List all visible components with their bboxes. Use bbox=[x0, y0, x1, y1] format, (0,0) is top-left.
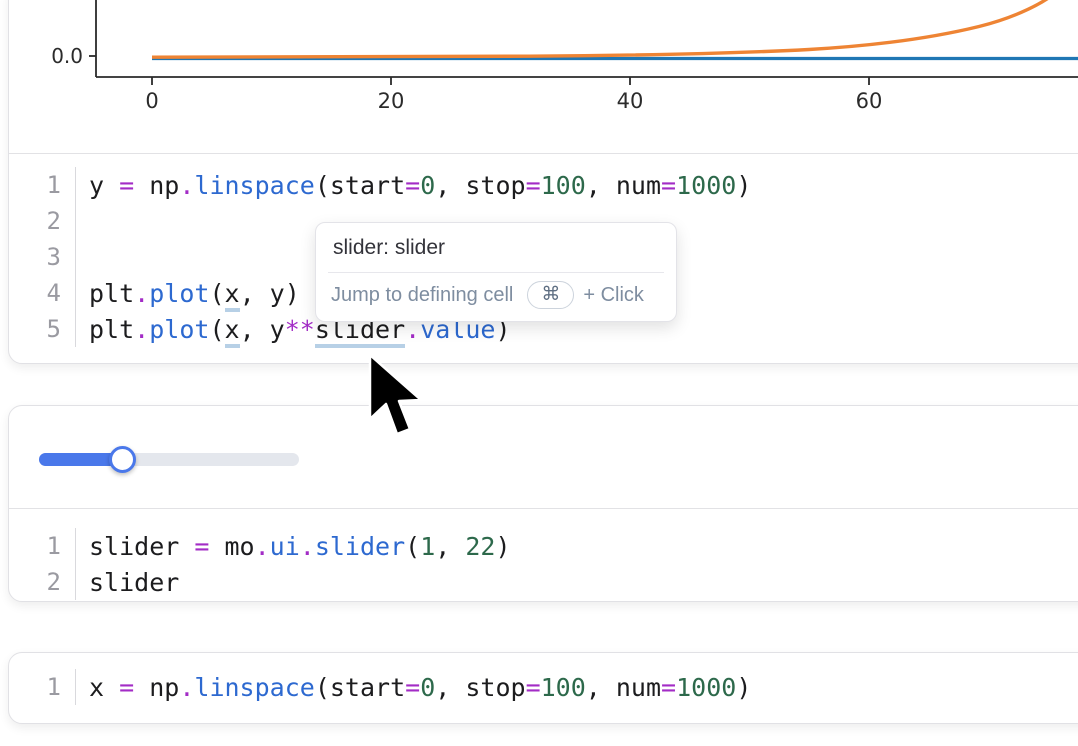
line-number: 1 bbox=[9, 167, 76, 203]
variable-hover-tooltip: slider: slider Jump to defining cell ⌘ +… bbox=[315, 222, 677, 322]
y-tick-label: 0.0 bbox=[51, 44, 83, 68]
code-line[interactable]: 1 y = np.linspace(start=0, stop=100, num… bbox=[9, 167, 1078, 203]
line-number: 2 bbox=[9, 564, 76, 600]
line-number: 2 bbox=[9, 203, 76, 239]
code-line[interactable]: 2 slider bbox=[9, 564, 1078, 600]
notebook-page: 0.0 0 20 40 60 1 y = np.linspace(start=0… bbox=[0, 0, 1078, 746]
line-number: 1 bbox=[9, 528, 76, 564]
line-number: 1 bbox=[9, 669, 76, 705]
line-number: 4 bbox=[9, 275, 76, 311]
command-key-icon: ⌘ bbox=[527, 281, 574, 309]
code-line[interactable]: 1 x = np.linspace(start=0, stop=100, num… bbox=[9, 669, 1078, 705]
code-text[interactable]: plt.plot(x, y) bbox=[76, 279, 300, 308]
x-tick-label: 40 bbox=[617, 89, 644, 113]
tooltip-hint-suffix: + Click bbox=[583, 284, 644, 307]
tooltip-title: slider: slider bbox=[316, 223, 676, 272]
matplotlib-figure: 0.0 0 20 40 60 bbox=[9, 0, 1078, 152]
slider-handle[interactable] bbox=[109, 446, 136, 473]
cell-x-definition: 1 x = np.linspace(start=0, stop=100, num… bbox=[8, 652, 1078, 724]
code-editor[interactable]: 1 x = np.linspace(start=0, stop=100, num… bbox=[9, 653, 1078, 705]
line-series-y-pow bbox=[152, 0, 1054, 57]
code-text[interactable]: y = np.linspace(start=0, stop=100, num=1… bbox=[76, 171, 751, 200]
mouse-cursor-icon bbox=[367, 353, 427, 445]
slider-output-area bbox=[9, 406, 1078, 509]
code-text[interactable]: x = np.linspace(start=0, stop=100, num=1… bbox=[76, 673, 751, 702]
code-text[interactable]: slider = mo.ui.slider(1, 22) bbox=[76, 532, 511, 561]
cell-slider-widget-and-code: 1 slider = mo.ui.slider(1, 22) 2 slider bbox=[8, 405, 1078, 602]
x-tick-label: 20 bbox=[378, 89, 405, 113]
tooltip-hint-text: Jump to defining cell bbox=[331, 284, 513, 307]
code-text[interactable]: slider bbox=[76, 568, 179, 597]
tooltip-hint-row: Jump to defining cell ⌘ + Click bbox=[316, 273, 676, 321]
line-number: 3 bbox=[9, 239, 76, 275]
plot-output-area: 0.0 0 20 40 60 bbox=[9, 0, 1078, 154]
code-editor[interactable]: 1 slider = mo.ui.slider(1, 22) 2 slider bbox=[9, 509, 1078, 600]
line-number: 5 bbox=[9, 311, 76, 347]
code-line[interactable]: 1 slider = mo.ui.slider(1, 22) bbox=[9, 528, 1078, 564]
x-tick-label: 0 bbox=[145, 89, 158, 113]
x-tick-label: 60 bbox=[856, 89, 883, 113]
slider-track[interactable] bbox=[39, 453, 299, 466]
